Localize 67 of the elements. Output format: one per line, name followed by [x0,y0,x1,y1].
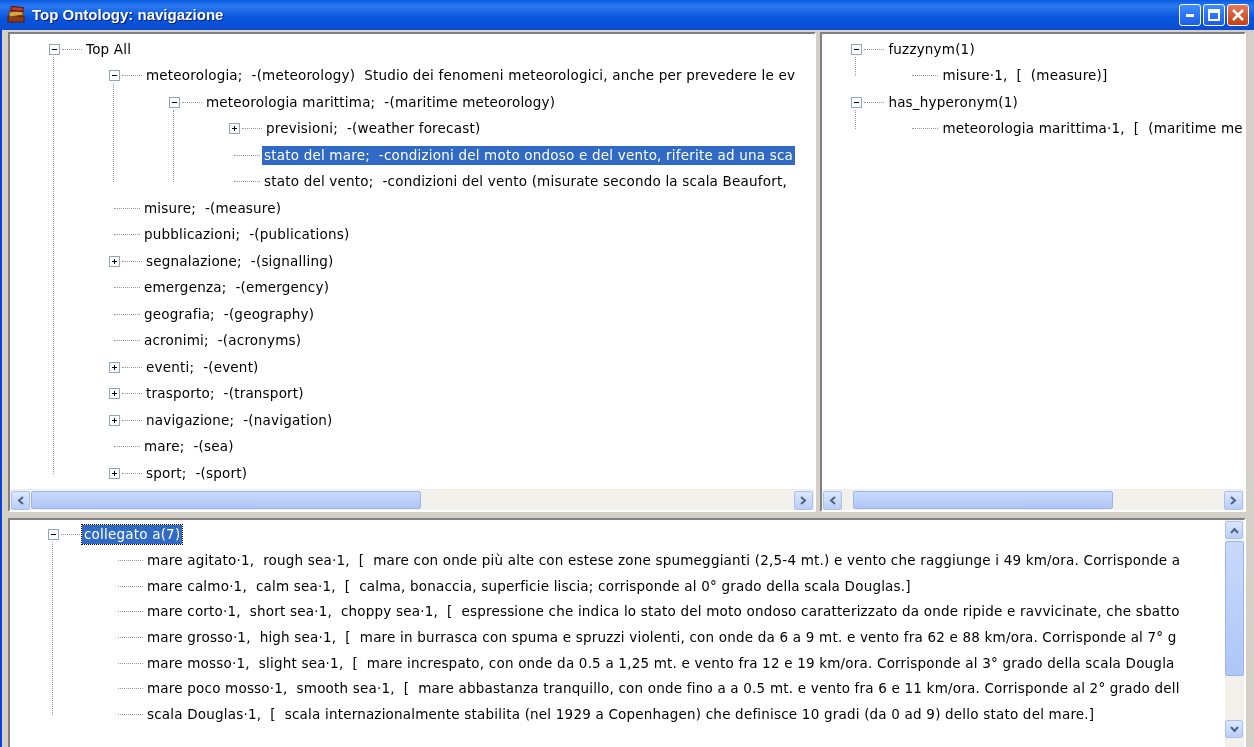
tree-item[interactable]: eventi; -(event) [144,357,261,377]
scroll-left-button[interactable] [11,491,30,510]
minimize-icon [1186,13,1194,17]
scrollbar-thumb[interactable] [1225,541,1244,676]
maximize-button[interactable] [1203,4,1225,26]
collapse-icon[interactable] [850,96,862,108]
collapse-icon[interactable] [850,43,862,55]
chevron-left-icon [17,496,24,505]
tree-item[interactable]: mare mosso·1, slight sea·1, [ mare increspato, con onde da 0.5 a 1,25 mt. e vento fra 12 e 19 km/ora. Corrisponde al 3° grado della scala Dougla [145,653,1177,673]
tree-item[interactable]: mare corto·1, short sea·1, choppy sea·1, [ espressione che indica lo stato del moto ondoso caratterizzato da onde ripide e ravvicinate, che sbatto [145,602,1182,622]
horizontal-scrollbar[interactable] [10,489,815,510]
tree-item[interactable]: mare grosso·1, high sea·1, [ mare in burrasca con spuma e spruzzi violenti, con onde da 6 a 9 mt. e vento fra 62 e 88 km/ora. Corrisponde al 7° g [145,628,1179,648]
tree-item[interactable]: navigazione; -(navigation) [144,410,335,430]
tree-item[interactable]: mare; -(sea) [142,437,236,457]
horizontal-scrollbar[interactable] [822,489,1244,510]
tree-item[interactable]: emergenza; -(emergency) [142,278,332,298]
tree-item[interactable]: mare calmo·1, calm sea·1, [ calma, bonaccia, superficie liscia; corrisponde al 0° grado della scala Douglas.] [145,576,913,596]
expand-icon[interactable] [108,467,120,479]
tree-item[interactable]: fuzzynym(1) [886,39,977,59]
chevron-up-icon [1229,526,1239,534]
tree-item[interactable]: trasporto; -(transport) [144,384,306,404]
minimize-button[interactable] [1179,4,1201,26]
tree-item[interactable]: sport; -(sport) [144,463,250,483]
tree-item[interactable]: meteorologia; -(meteorology) Studio dei fenomeni meteorologici, anche per prevedere le ev [144,66,798,86]
close-icon [1232,9,1244,21]
tree-item[interactable]: stato del mare; -condizioni del moto ondoso e del vento, riferite ad una sca [262,145,795,165]
expand-icon[interactable] [228,123,240,135]
tree-item[interactable]: has_hyperonym(1) [886,92,1020,112]
chevron-left-icon [829,496,837,505]
tree-item[interactable]: meteorologia marittima·1, [ (maritime me [940,119,1244,139]
tree-item[interactable]: Top All [84,39,134,59]
scrollbar-thumb[interactable] [31,491,421,509]
close-button[interactable] [1227,4,1249,26]
vertical-scrollbar[interactable] [1225,520,1244,747]
expand-icon[interactable] [108,361,120,373]
collapse-icon[interactable] [108,70,120,82]
expand-icon[interactable] [108,414,120,426]
collapse-icon[interactable] [168,96,180,108]
app-icon [6,6,26,24]
tree-item[interactable]: previsioni; -(weather forecast) [264,119,483,139]
window-title: Top Ontology: navigazione [32,4,224,25]
tree-item[interactable]: misure·1, [ (measure)] [940,66,1110,86]
tree-item[interactable]: geografia; -(geography) [142,304,317,324]
scroll-up-button[interactable] [1225,521,1243,539]
expand-icon[interactable] [108,388,120,400]
chevron-down-icon [1229,725,1239,733]
tree-item[interactable]: misure; -(measure) [142,198,284,218]
tree-item[interactable]: collegato a(7) [82,525,183,545]
tree-item[interactable]: scala Douglas·1, [ scala internazionalmente stabilita (nel 1929 a Copenhagen) che definisce 10 gradi (da 0 ad 9) dello stato del mare.] [145,705,1097,725]
tree-item[interactable]: segnalazione; -(signalling) [144,251,336,271]
tree-item[interactable]: pubblicazioni; -(publications) [142,225,352,245]
chevron-right-icon [800,496,808,505]
chevron-right-icon [1230,496,1237,505]
scroll-left-button[interactable] [823,491,843,510]
tree-item[interactable]: stato del vento; -condizioni del vento (misurate secondo la scala Beaufort, [262,172,789,192]
scroll-right-button[interactable] [794,491,814,510]
expand-icon[interactable] [108,255,120,267]
collapse-icon[interactable] [47,529,59,541]
scroll-down-button[interactable] [1225,720,1243,738]
tree-item[interactable]: mare agitato·1, rough sea·1, [ mare con onde più alte con estese zone spumeggianti (2,5-4 mt.) e vento che raggiunge i 49 km/ora. Corrisponde a [145,551,1183,571]
scrollbar-thumb[interactable] [853,491,1114,509]
tree-item[interactable]: mare poco mosso·1, smooth sea·1, [ mare abbastanza tranquillo, con onde fino a a 0.5 mt. e vento fra 6 e 11 km/ora. Corrisponde al 2° grado dell [145,679,1182,699]
collapse-icon[interactable] [48,43,60,55]
scroll-right-button[interactable] [1224,491,1243,510]
tree-item[interactable]: meteorologia marittima; -(maritime meteorology) [204,92,558,112]
tree-item[interactable]: acronimi; -(acronyms) [142,331,304,351]
maximize-icon [1208,9,1220,21]
